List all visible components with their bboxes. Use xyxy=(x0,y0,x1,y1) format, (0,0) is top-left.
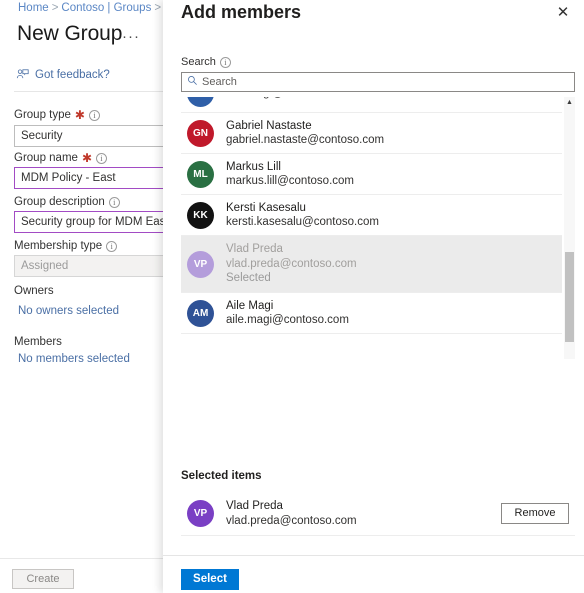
group-name-input[interactable]: MDM Policy - East xyxy=(14,167,170,189)
list-item-email: aile.magi@contoso.com xyxy=(226,97,349,101)
group-name-label: Group name ✱ i xyxy=(14,152,107,164)
search-icon xyxy=(187,73,198,91)
list-item-email: gabriel.nastaste@contoso.com xyxy=(226,134,385,146)
group-name-value: MDM Policy - East xyxy=(21,172,116,184)
avatar: KK xyxy=(187,201,214,229)
search-placeholder: Search xyxy=(202,76,237,88)
list-item[interactable]: GN Gabriel Nastaste gabriel.nastaste@con… xyxy=(181,113,562,154)
group-type-label: Group type ✱ i xyxy=(14,109,100,121)
breadcrumb: Home>Contoso | Groups>Gr xyxy=(18,2,170,14)
group-description-label: Group description i xyxy=(14,196,120,208)
selected-item-email: vlad.preda@contoso.com xyxy=(226,514,357,527)
avatar: VP xyxy=(187,500,214,527)
list-item-text: Aile Magi aile.magi@contoso.com xyxy=(226,299,349,328)
list-item-email: markus.lill@contoso.com xyxy=(226,175,354,187)
list-item-selected[interactable]: VP Vlad Preda vlad.preda@contoso.com Sel… xyxy=(181,236,562,293)
selected-item-text: Vlad Preda vlad.preda@contoso.com xyxy=(226,499,357,528)
add-members-panel: Add members ✕ Search i Search aile.ma xyxy=(163,0,584,593)
list-item-name: Gabriel Nastaste xyxy=(226,119,312,132)
membership-type-label: Membership type i xyxy=(14,240,118,252)
info-icon[interactable]: i xyxy=(88,109,100,121)
group-description-input[interactable]: Security group for MDM East xyxy=(14,211,170,233)
list-item-name: Markus Lill xyxy=(226,160,281,173)
breadcrumb-separator: > xyxy=(51,2,59,14)
owners-label: Owners xyxy=(14,285,54,297)
search-label-text: Search xyxy=(181,56,216,68)
info-icon[interactable]: i xyxy=(219,56,231,68)
group-type-label-text: Group type xyxy=(14,109,71,121)
owners-value-link[interactable]: No owners selected xyxy=(18,305,119,317)
panel-title: Add members xyxy=(181,2,302,22)
feedback-icon xyxy=(16,68,29,81)
remove-button[interactable]: Remove xyxy=(501,503,569,524)
scroll-up-icon[interactable]: ▲ xyxy=(565,98,574,107)
list-item-text: Kersti Kasesalu kersti.kasesalu@contoso.… xyxy=(226,201,379,230)
scrollbar-thumb[interactable] xyxy=(565,252,574,342)
selected-item-name: Vlad Preda xyxy=(226,500,283,513)
group-description-value: Security group for MDM East xyxy=(21,216,169,228)
list-item[interactable]: aile.magi@contoso.com xyxy=(181,97,562,113)
group-description-label-text: Group description xyxy=(14,196,105,208)
members-label: Members xyxy=(14,336,62,348)
people-list[interactable]: aile.magi@contoso.com GN Gabriel Nastast… xyxy=(181,97,575,359)
list-item-email: kersti.kasesalu@contoso.com xyxy=(226,216,379,228)
avatar: ML xyxy=(187,160,214,188)
list-item-text: Gabriel Nastaste gabriel.nastaste@contos… xyxy=(226,119,384,148)
breadcrumb-item-contoso-groups[interactable]: Contoso | Groups xyxy=(61,2,151,14)
membership-type-label-text: Membership type xyxy=(14,240,103,252)
list-item-name: Aile Magi xyxy=(226,299,274,312)
list-item[interactable]: ML Markus Lill markus.lill@contoso.com xyxy=(181,154,562,195)
info-icon[interactable]: i xyxy=(106,240,118,252)
list-item-state: Selected xyxy=(226,272,271,285)
list-item-name: Vlad Preda xyxy=(226,243,283,256)
group-name-label-text: Group name xyxy=(14,152,78,164)
group-type-select[interactable]: Security xyxy=(14,125,170,147)
avatar: AM xyxy=(187,299,214,327)
got-feedback-label: Got feedback? xyxy=(35,68,110,81)
required-asterisk: ✱ xyxy=(74,108,85,122)
list-item-email: vlad.preda@contoso.com xyxy=(226,257,357,270)
list-item[interactable]: AM Aile Magi aile.magi@contoso.com xyxy=(181,293,562,334)
got-feedback-link[interactable]: Got feedback? xyxy=(16,68,110,81)
more-options-icon[interactable]: ··· xyxy=(122,28,140,45)
list-item-name: Kersti Kasesalu xyxy=(226,201,306,214)
avatar xyxy=(187,97,214,107)
screen-root: Home>Contoso | Groups>Gr New Group ··· G… xyxy=(0,0,584,593)
page-title: New Group xyxy=(17,22,123,45)
list-scrollbar[interactable]: ▲ xyxy=(564,97,575,359)
select-button[interactable]: Select xyxy=(181,569,239,590)
info-icon[interactable]: i xyxy=(96,152,107,164)
required-asterisk: ✱ xyxy=(81,151,92,165)
search-label: Search i xyxy=(181,56,231,68)
group-type-value: Security xyxy=(21,130,63,142)
membership-type-select[interactable]: Assigned xyxy=(14,255,170,277)
members-value-link[interactable]: No members selected xyxy=(18,353,130,365)
list-item[interactable]: KK Kersti Kasesalu kersti.kasesalu@conto… xyxy=(181,195,562,236)
list-item-email: aile.magi@contoso.com xyxy=(226,314,349,326)
list-item-text: Vlad Preda vlad.preda@contoso.com Select… xyxy=(226,242,357,285)
list-item-text: Markus Lill markus.lill@contoso.com xyxy=(226,160,354,189)
avatar: GN xyxy=(187,119,214,147)
new-group-blade: Home>Contoso | Groups>Gr New Group ··· G… xyxy=(0,0,170,593)
list-item-text: aile.magi@contoso.com xyxy=(226,97,349,101)
selected-item-row: VP Vlad Preda vlad.preda@contoso.com Rem… xyxy=(181,492,575,536)
breadcrumb-item-home[interactable]: Home xyxy=(18,2,49,14)
search-field[interactable]: Search xyxy=(181,72,575,92)
selected-items-title: Selected items xyxy=(181,470,262,482)
blade-footer-divider xyxy=(0,558,163,559)
close-icon[interactable]: ✕ xyxy=(553,3,573,23)
info-icon[interactable]: i xyxy=(108,196,120,208)
membership-type-value: Assigned xyxy=(21,260,69,272)
blade-divider xyxy=(14,91,170,92)
avatar: VP xyxy=(187,250,214,278)
create-button[interactable]: Create xyxy=(12,569,74,589)
panel-footer-divider xyxy=(163,555,584,556)
